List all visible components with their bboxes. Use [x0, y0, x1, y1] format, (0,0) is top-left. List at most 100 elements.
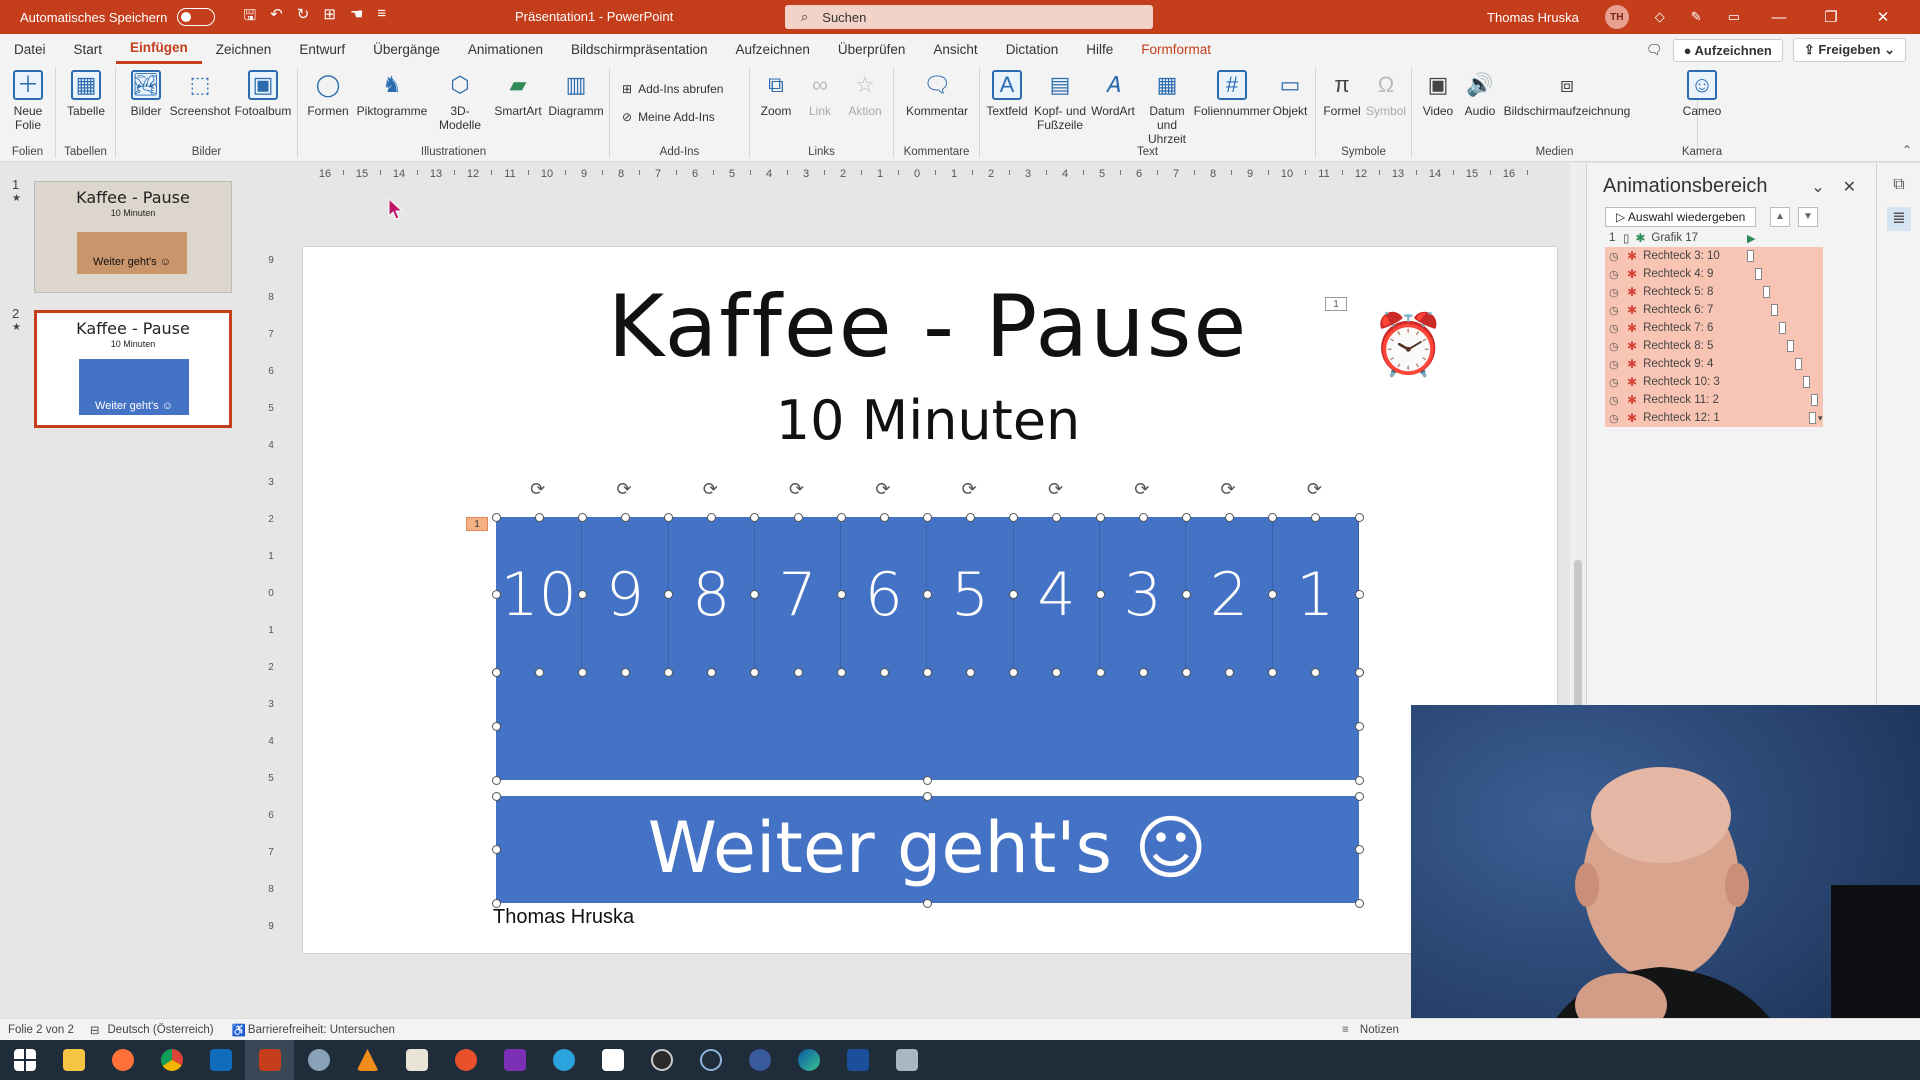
tab-datei[interactable]: Datei — [0, 34, 60, 64]
video-button[interactable]: ▣ Video — [1416, 70, 1460, 119]
lips-icon[interactable] — [441, 1040, 490, 1080]
timing-bar[interactable] — [1809, 412, 1816, 424]
action-button[interactable]: ☆ Aktion — [842, 70, 888, 119]
slide-title[interactable]: Kaffee - Pause — [303, 277, 1553, 377]
resize-handle[interactable] — [491, 721, 501, 731]
resize-handle[interactable] — [1268, 512, 1278, 522]
anim-item-grafik-17[interactable]: 1 ▯ ✱ Grafik 17 ▶ — [1605, 229, 1823, 247]
resize-handle[interactable] — [1181, 512, 1191, 522]
resize-handle[interactable] — [1095, 589, 1105, 599]
new-slide-button[interactable]: ＋ Neue Folie — [6, 70, 50, 132]
slide-subtitle[interactable]: 10 Minuten — [303, 389, 1553, 452]
resize-handle[interactable] — [1225, 667, 1235, 677]
counter-cell-2[interactable]: 2 — [1186, 517, 1273, 672]
timing-bar[interactable] — [1803, 376, 1810, 388]
anim-item-rechteck-6[interactable]: ◷ ✱ Rechteck 6: 7 — [1605, 301, 1823, 319]
counter-cell-5[interactable]: 5 — [927, 517, 1014, 672]
timing-bar[interactable] — [1763, 286, 1770, 298]
resize-handle[interactable] — [1311, 512, 1321, 522]
close-pane-icon[interactable]: ✕ — [1843, 177, 1856, 197]
redo-icon[interactable]: ↻ — [297, 5, 310, 30]
counter-cell-1[interactable]: 1 — [1272, 517, 1359, 672]
touch-mode-icon[interactable]: ☚ — [350, 5, 363, 30]
resize-handle[interactable] — [1138, 512, 1148, 522]
search-box[interactable]: ⌕ Suchen — [785, 5, 1153, 29]
resize-handle[interactable] — [1354, 775, 1364, 785]
textbox-button[interactable]: A Textfeld — [982, 70, 1032, 118]
animation-pane-toggle-icon[interactable]: ≣ — [1887, 207, 1911, 231]
windows-start-icon[interactable] — [0, 1040, 49, 1080]
screen-recording-button[interactable]: ⧈ Bildschirmaufzeichnung — [1502, 70, 1632, 119]
tab-animationen[interactable]: Animationen — [454, 34, 557, 64]
alarm-clock-icon[interactable]: ⏰ — [1371, 309, 1446, 380]
pictures-button[interactable]: 🏞 Bilder — [126, 70, 166, 118]
counter-cell-7[interactable]: 7 — [754, 517, 842, 672]
resize-handle[interactable] — [750, 512, 760, 522]
obs-icon[interactable] — [637, 1040, 686, 1080]
resize-handle[interactable] — [923, 589, 932, 599]
save-icon[interactable]: 🖫 — [243, 5, 256, 30]
cameo-button[interactable]: ☺ Cameo — [1680, 70, 1724, 118]
tab-entwurf[interactable]: Entwurf — [285, 34, 359, 64]
notepad-icon[interactable] — [392, 1040, 441, 1080]
timing-bar[interactable] — [1811, 394, 1818, 406]
resize-handle[interactable] — [664, 589, 674, 599]
resize-handle[interactable] — [879, 667, 889, 677]
notes-button[interactable]: ≡ Notizen — [1342, 1024, 1399, 1036]
counter-cell-9[interactable]: 9 — [582, 517, 669, 672]
object-button[interactable]: ▭ Objekt — [1268, 70, 1312, 119]
resize-handle[interactable] — [1095, 667, 1105, 677]
resize-handle[interactable] — [491, 791, 501, 801]
timing-bar[interactable] — [1747, 250, 1754, 262]
vlc-icon[interactable] — [343, 1040, 392, 1080]
tab-ueberpruefen[interactable]: Überprüfen — [824, 34, 920, 64]
chart-button[interactable]: ▥ Diagramm — [546, 70, 606, 119]
resize-handle[interactable] — [793, 667, 803, 677]
resize-handle[interactable] — [1354, 667, 1364, 677]
chevron-down-icon[interactable]: ⌄ — [1811, 177, 1824, 197]
resize-handle[interactable] — [1311, 667, 1321, 677]
resize-handle[interactable] — [1354, 512, 1364, 522]
timing-bar[interactable] — [1771, 304, 1778, 316]
collapse-ribbon-icon[interactable]: ⌃ — [1902, 143, 1912, 157]
tab-formformat[interactable]: Formformat — [1127, 34, 1225, 64]
diamond-icon[interactable]: ◇ — [1655, 9, 1665, 25]
share-button[interactable]: ⇪ Freigeben ⌄ — [1792, 38, 1906, 62]
user-name[interactable]: Thomas Hruska — [1487, 10, 1579, 25]
tab-start[interactable]: Start — [60, 34, 117, 64]
resize-handle[interactable] — [750, 589, 760, 599]
resize-handle[interactable] — [836, 512, 846, 522]
resize-handle[interactable] — [836, 589, 846, 599]
tab-ansicht[interactable]: Ansicht — [919, 34, 991, 64]
anim-item-rechteck-7[interactable]: ◷ ✱ Rechteck 7: 6 — [1605, 319, 1823, 337]
resize-handle[interactable] — [966, 512, 976, 522]
app-icon[interactable] — [294, 1040, 343, 1080]
outlook-icon[interactable] — [196, 1040, 245, 1080]
timing-bar[interactable] — [1795, 358, 1802, 370]
present-icon[interactable]: ⊞ — [323, 5, 336, 30]
slide[interactable]: Kaffee - Pause 10 Minuten ⏰ 1 1111111111… — [303, 247, 1557, 953]
accessibility-status[interactable]: Barrierefreiheit: Untersuchen — [248, 1024, 395, 1036]
tab-uebergaenge[interactable]: Übergänge — [359, 34, 454, 64]
tab-dictation[interactable]: Dictation — [992, 34, 1073, 64]
3d-models-button[interactable]: ⬡ 3D-Modelle — [432, 70, 488, 133]
rotate-handle-icon[interactable]: ⟳ — [789, 479, 804, 500]
minimize-icon[interactable]: — — [1766, 9, 1792, 26]
resize-handle[interactable] — [750, 667, 760, 677]
resize-handle[interactable] — [664, 512, 674, 522]
zoom-button[interactable]: ⧉ Zoom — [754, 70, 798, 119]
photo-album-button[interactable]: ▣ Fotoalbum — [232, 70, 294, 118]
anim-item-rechteck-12[interactable]: ◷ ✱ Rechteck 12: 1 ▾ — [1605, 409, 1823, 427]
resize-handle[interactable] — [620, 667, 630, 677]
resize-handle[interactable] — [491, 512, 501, 522]
counter-cell-4[interactable]: 4 — [1013, 517, 1101, 672]
rotate-handle-icon[interactable]: ⟳ — [875, 479, 890, 500]
icons-button[interactable]: ♞ Piktogramme — [354, 70, 430, 119]
resize-handle[interactable] — [534, 667, 544, 677]
counter-cell-3[interactable]: 3 — [1100, 517, 1187, 672]
equation-button[interactable]: π Formel — [1320, 70, 1364, 119]
app-blue-icon[interactable] — [735, 1040, 784, 1080]
copilot-icon[interactable]: ⧉ — [1887, 173, 1911, 197]
resize-handle[interactable] — [1009, 589, 1019, 599]
resize-handle[interactable] — [664, 667, 674, 677]
